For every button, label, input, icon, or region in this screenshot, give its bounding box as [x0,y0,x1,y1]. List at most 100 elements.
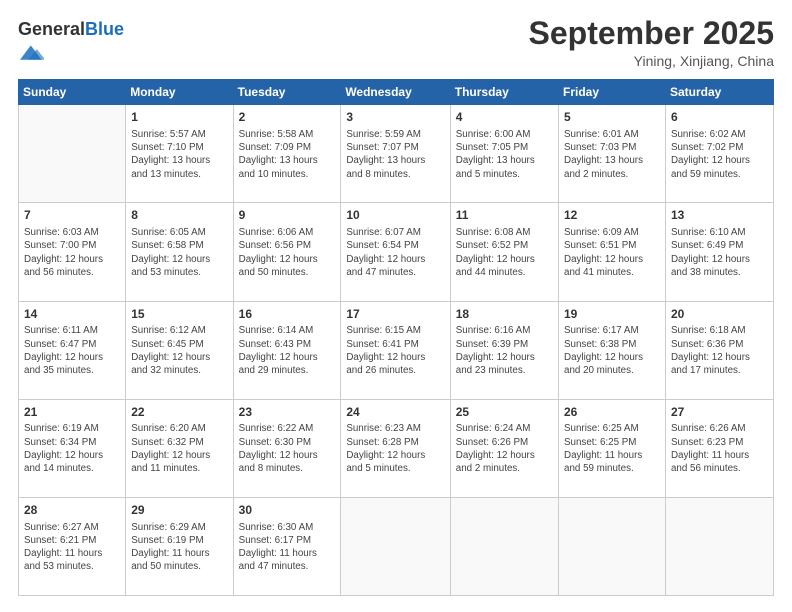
cell-info: Daylight: 13 hours [564,154,660,167]
calendar-cell: 10Sunrise: 6:07 AMSunset: 6:54 PMDayligh… [341,203,450,301]
day-number: 17 [346,306,444,323]
cell-info: and 59 minutes. [564,462,660,475]
location: Yining, Xinjiang, China [529,53,774,69]
calendar-cell: 25Sunrise: 6:24 AMSunset: 6:26 PMDayligh… [450,399,558,497]
calendar-cell: 2Sunrise: 5:58 AMSunset: 7:09 PMDaylight… [233,105,341,203]
cell-info: and 11 minutes. [131,462,227,475]
calendar-cell: 13Sunrise: 6:10 AMSunset: 6:49 PMDayligh… [665,203,773,301]
day-number: 22 [131,404,227,421]
cell-info: Sunset: 6:49 PM [671,239,768,252]
calendar-week-row: 1Sunrise: 5:57 AMSunset: 7:10 PMDaylight… [19,105,774,203]
calendar-cell: 9Sunrise: 6:06 AMSunset: 6:56 PMDaylight… [233,203,341,301]
calendar-cell: 1Sunrise: 5:57 AMSunset: 7:10 PMDaylight… [126,105,233,203]
calendar-cell: 24Sunrise: 6:23 AMSunset: 6:28 PMDayligh… [341,399,450,497]
cell-info: Sunset: 6:43 PM [239,338,336,351]
calendar-cell: 15Sunrise: 6:12 AMSunset: 6:45 PMDayligh… [126,301,233,399]
cell-info: Daylight: 12 hours [239,449,336,462]
cell-info: and 20 minutes. [564,364,660,377]
calendar-cell: 28Sunrise: 6:27 AMSunset: 6:21 PMDayligh… [19,497,126,595]
cell-info: Sunset: 6:47 PM [24,338,120,351]
calendar-cell: 8Sunrise: 6:05 AMSunset: 6:58 PMDaylight… [126,203,233,301]
cell-info: Sunset: 7:00 PM [24,239,120,252]
cell-info: and 56 minutes. [24,266,120,279]
cell-info: Daylight: 12 hours [239,253,336,266]
calendar-table: SundayMondayTuesdayWednesdayThursdayFrid… [18,79,774,596]
cell-info: Sunset: 6:28 PM [346,436,444,449]
cell-info: Daylight: 12 hours [24,351,120,364]
cell-info: Sunrise: 5:59 AM [346,128,444,141]
cell-info: Sunset: 6:41 PM [346,338,444,351]
logo-blue: Blue [85,19,124,39]
calendar-cell: 19Sunrise: 6:17 AMSunset: 6:38 PMDayligh… [559,301,666,399]
cell-info: Sunset: 7:07 PM [346,141,444,154]
cell-info: Daylight: 11 hours [239,547,336,560]
cell-info: and 59 minutes. [671,168,768,181]
cell-info: Sunrise: 6:16 AM [456,324,553,337]
cell-info: Daylight: 12 hours [671,351,768,364]
day-number: 2 [239,109,336,126]
calendar-cell: 29Sunrise: 6:29 AMSunset: 6:19 PMDayligh… [126,497,233,595]
cell-info: Sunrise: 6:10 AM [671,226,768,239]
day-number: 24 [346,404,444,421]
cell-info: Sunrise: 6:20 AM [131,422,227,435]
cell-info: Sunrise: 6:03 AM [24,226,120,239]
cell-info: Sunrise: 6:24 AM [456,422,553,435]
cell-info: and 5 minutes. [346,462,444,475]
cell-info: Daylight: 12 hours [564,253,660,266]
cell-info: and 32 minutes. [131,364,227,377]
day-number: 13 [671,207,768,224]
cell-info: Sunset: 6:17 PM [239,534,336,547]
day-number: 8 [131,207,227,224]
cell-info: Sunset: 6:54 PM [346,239,444,252]
day-number: 15 [131,306,227,323]
calendar-cell: 3Sunrise: 5:59 AMSunset: 7:07 PMDaylight… [341,105,450,203]
cell-info: Sunrise: 6:25 AM [564,422,660,435]
cell-info: Daylight: 13 hours [131,154,227,167]
day-header-monday: Monday [126,80,233,105]
header: GeneralBlue September 2025 Yining, Xinji… [18,16,774,69]
cell-info: Sunrise: 6:15 AM [346,324,444,337]
cell-info: Daylight: 12 hours [24,253,120,266]
day-number: 3 [346,109,444,126]
cell-info: and 53 minutes. [131,266,227,279]
cell-info: Daylight: 12 hours [346,253,444,266]
cell-info: Sunset: 6:26 PM [456,436,553,449]
cell-info: and 56 minutes. [671,462,768,475]
calendar-cell: 7 Sunrise: 6:03 AMSunset: 7:00 PMDaylight… [19,203,126,301]
day-number: 19 [564,306,660,323]
day-number: 28 [24,502,120,519]
cell-info: Sunset: 7:05 PM [456,141,553,154]
cell-info: and 17 minutes. [671,364,768,377]
cell-info: Daylight: 11 hours [564,449,660,462]
cell-info: Daylight: 12 hours [239,351,336,364]
calendar-cell: 23Sunrise: 6:22 AMSunset: 6:30 PMDayligh… [233,399,341,497]
cell-info: Daylight: 12 hours [131,449,227,462]
cell-info: Daylight: 11 hours [131,547,227,560]
cell-info: and 41 minutes. [564,266,660,279]
day-number: 21 [24,404,120,421]
day-number: 16 [239,306,336,323]
calendar-cell: 30Sunrise: 6:30 AMSunset: 6:17 PMDayligh… [233,497,341,595]
cell-info: Sunrise: 6:11 AM [24,324,120,337]
cell-info: Sunrise: 6:08 AM [456,226,553,239]
day-number: 25 [456,404,553,421]
calendar-cell: 5Sunrise: 6:01 AMSunset: 7:03 PMDaylight… [559,105,666,203]
day-number: 12 [564,207,660,224]
cell-info: and 13 minutes. [131,168,227,181]
logo-general: General [18,19,85,39]
day-number: 29 [131,502,227,519]
logo: GeneralBlue [18,20,124,69]
day-number: 7 [24,207,120,224]
cell-info: Sunset: 7:02 PM [671,141,768,154]
day-number: 10 [346,207,444,224]
cell-info: Daylight: 12 hours [131,351,227,364]
cell-info: Sunset: 6:34 PM [24,436,120,449]
cell-info: Sunrise: 6:01 AM [564,128,660,141]
day-header-sunday: Sunday [19,80,126,105]
cell-info: Sunset: 6:52 PM [456,239,553,252]
cell-info: and 50 minutes. [239,266,336,279]
cell-info: and 8 minutes. [239,462,336,475]
cell-info: and 23 minutes. [456,364,553,377]
day-number: 18 [456,306,553,323]
cell-info: and 47 minutes. [346,266,444,279]
